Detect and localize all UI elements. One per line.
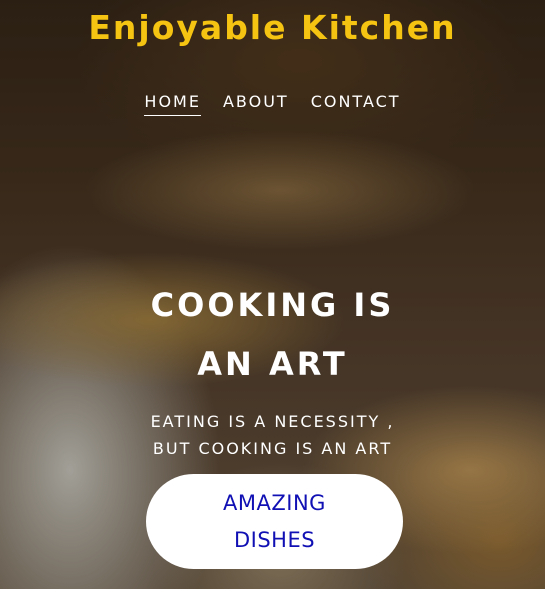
hero-subtitle: EATING IS A NECESSITY , BUT COOKING IS A… bbox=[0, 408, 545, 462]
main-nav: HOME ABOUT CONTACT bbox=[0, 92, 545, 116]
hero-section: Enjoyable Kitchen HOME ABOUT CONTACT COO… bbox=[0, 0, 545, 589]
hero-headline: COOKING IS AN ART bbox=[0, 276, 545, 394]
hero-subtitle-line-2: BUT COOKING IS AN ART bbox=[152, 439, 393, 458]
hero-headline-line-2: AN ART bbox=[197, 345, 348, 383]
hero-content: Enjoyable Kitchen HOME ABOUT CONTACT COO… bbox=[0, 0, 545, 589]
hero-headline-line-1: COOKING IS bbox=[150, 286, 395, 324]
site-brand[interactable]: Enjoyable Kitchen bbox=[0, 8, 545, 47]
nav-item-about[interactable]: ABOUT bbox=[223, 92, 289, 116]
nav-item-contact[interactable]: CONTACT bbox=[311, 92, 401, 116]
nav-item-home[interactable]: HOME bbox=[144, 92, 201, 116]
hero-subtitle-line-1: EATING IS A NECESSITY , bbox=[150, 412, 395, 431]
amazing-dishes-button[interactable]: AMAZING DISHES bbox=[146, 474, 403, 569]
